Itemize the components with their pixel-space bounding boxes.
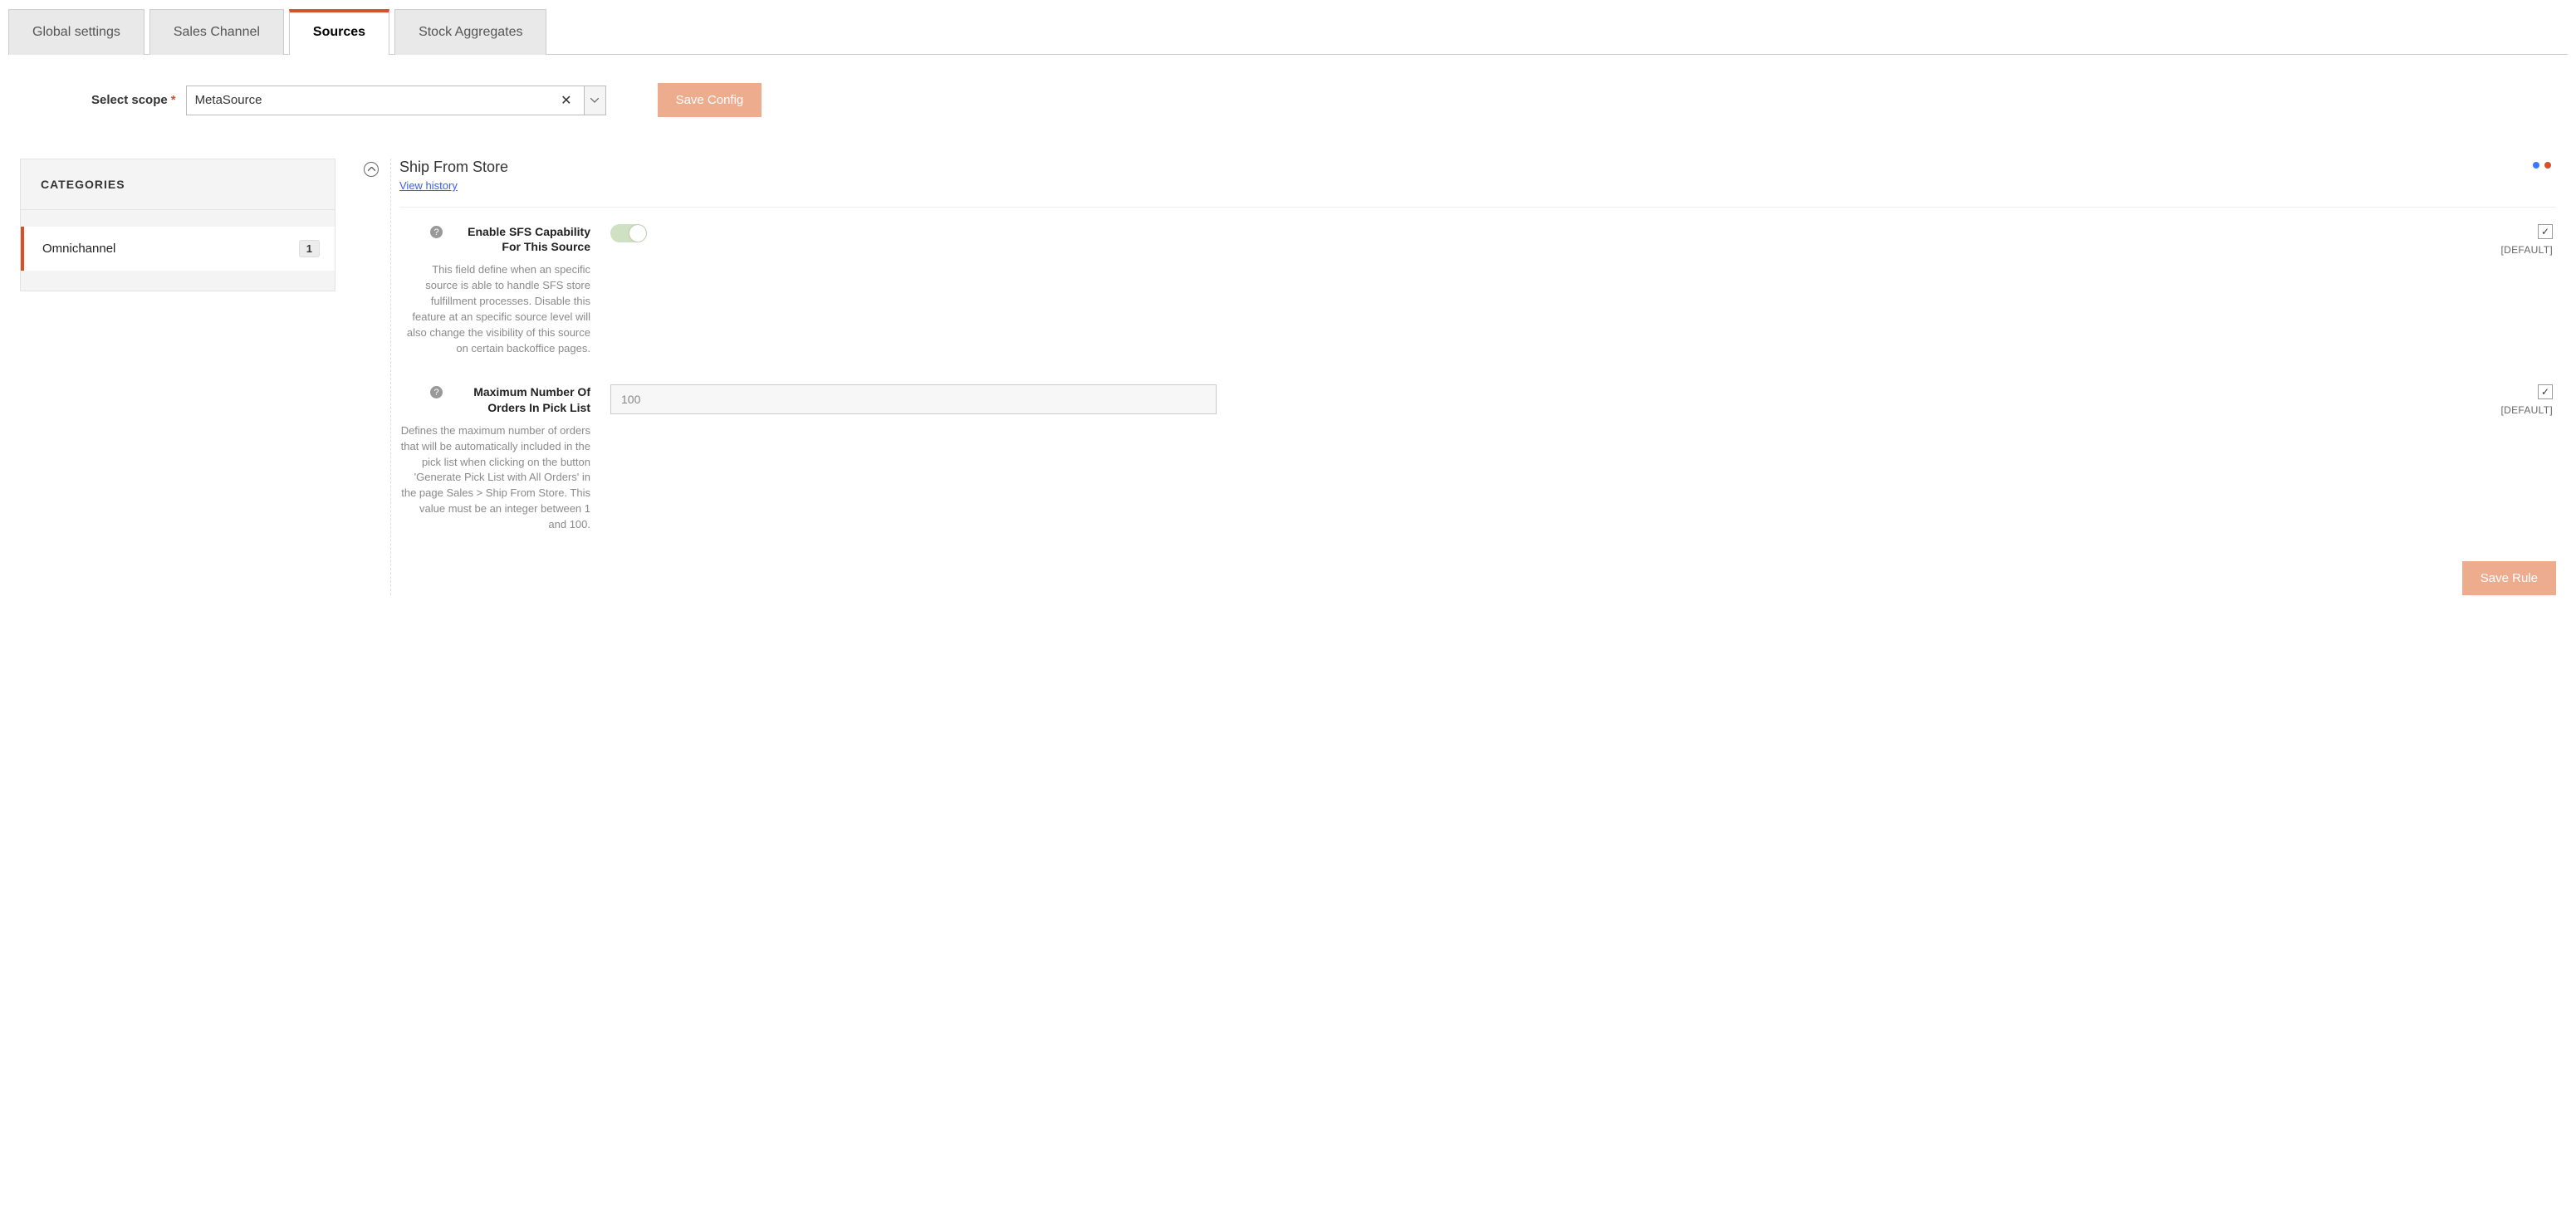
status-dots — [2533, 159, 2556, 169]
scope-select-wrap: MetaSource ✕ — [186, 86, 606, 115]
sidebar-item-omnichannel[interactable]: Omnichannel 1 — [21, 227, 335, 271]
section-collapse-button[interactable] — [364, 162, 379, 177]
categories-heading: CATEGORIES — [21, 159, 335, 210]
collapse-column — [364, 159, 382, 595]
categories-sidebar: CATEGORIES Omnichannel 1 — [20, 159, 335, 291]
scope-label: Select scope* — [91, 93, 176, 107]
field-label: Maximum Number Of Orders In Pick List — [449, 384, 590, 414]
view-history-link[interactable]: View history — [399, 179, 458, 192]
help-icon[interactable]: ? — [430, 386, 443, 398]
tabs-row: Global settings Sales Channel Sources St… — [8, 8, 2568, 55]
field-hint: This field define when an specific sourc… — [399, 262, 590, 356]
status-dot-orange — [2544, 162, 2551, 169]
field-max-orders: ? Maximum Number Of Orders In Pick List … — [399, 384, 2556, 532]
chevron-up-icon — [368, 167, 375, 172]
tab-sources[interactable]: Sources — [289, 9, 389, 55]
save-rule-button[interactable]: Save Rule — [2462, 561, 2556, 595]
categories-bottom-gap — [21, 271, 335, 291]
scope-clear-icon[interactable]: ✕ — [557, 92, 575, 109]
field-hint: Defines the maximum number of orders tha… — [399, 423, 590, 533]
tab-sales-channel[interactable]: Sales Channel — [149, 9, 284, 55]
toggle-knob — [629, 225, 646, 242]
scope-select-value: MetaSource — [195, 93, 262, 107]
field-label-column: ? Enable SFS Capability For This Source … — [399, 224, 590, 356]
panel-divider — [399, 207, 2556, 208]
max-orders-input[interactable] — [610, 384, 1217, 414]
scope-select[interactable]: MetaSource ✕ — [186, 86, 585, 115]
save-rule-row: Save Rule — [399, 561, 2556, 595]
help-icon[interactable]: ? — [430, 226, 443, 238]
scope-bar: Select scope* MetaSource ✕ Save Config — [8, 83, 2568, 117]
default-checkbox[interactable]: ✓ — [2538, 384, 2553, 399]
default-checkbox[interactable]: ✓ — [2538, 224, 2553, 239]
section-title: Ship From Store — [399, 159, 508, 176]
columns: CATEGORIES Omnichannel 1 Ship From Store… — [8, 159, 2568, 595]
scope-label-text: Select scope — [91, 93, 168, 107]
required-asterisk: * — [171, 93, 176, 107]
default-column: ✓ [DEFAULT] — [2501, 384, 2557, 416]
tab-global-settings[interactable]: Global settings — [8, 9, 144, 55]
field-label-column: ? Maximum Number Of Orders In Pick List … — [399, 384, 590, 532]
main-panel: Ship From Store View history ? Enable SF… — [364, 159, 2556, 595]
default-label: [DEFAULT] — [2501, 244, 2554, 256]
sidebar-item-label: Omnichannel — [42, 242, 115, 256]
save-config-button[interactable]: Save Config — [658, 83, 762, 117]
scope-dropdown-button[interactable] — [585, 86, 606, 115]
field-label: Enable SFS Capability For This Source — [449, 224, 590, 254]
default-column: ✓ [DEFAULT] — [2501, 224, 2557, 256]
panel-content: Ship From Store View history ? Enable SF… — [390, 159, 2556, 595]
sidebar-item-count: 1 — [299, 240, 320, 257]
field-control — [610, 224, 1217, 242]
panel-title-row: Ship From Store View history — [399, 159, 2556, 192]
default-label: [DEFAULT] — [2501, 404, 2554, 416]
field-control — [610, 384, 1217, 414]
field-enable-sfs: ? Enable SFS Capability For This Source … — [399, 224, 2556, 356]
enable-sfs-toggle[interactable] — [610, 224, 647, 242]
chevron-down-icon — [590, 98, 599, 103]
categories-gap — [21, 210, 335, 227]
tab-stock-aggregates[interactable]: Stock Aggregates — [394, 9, 546, 55]
status-dot-blue — [2533, 162, 2539, 169]
